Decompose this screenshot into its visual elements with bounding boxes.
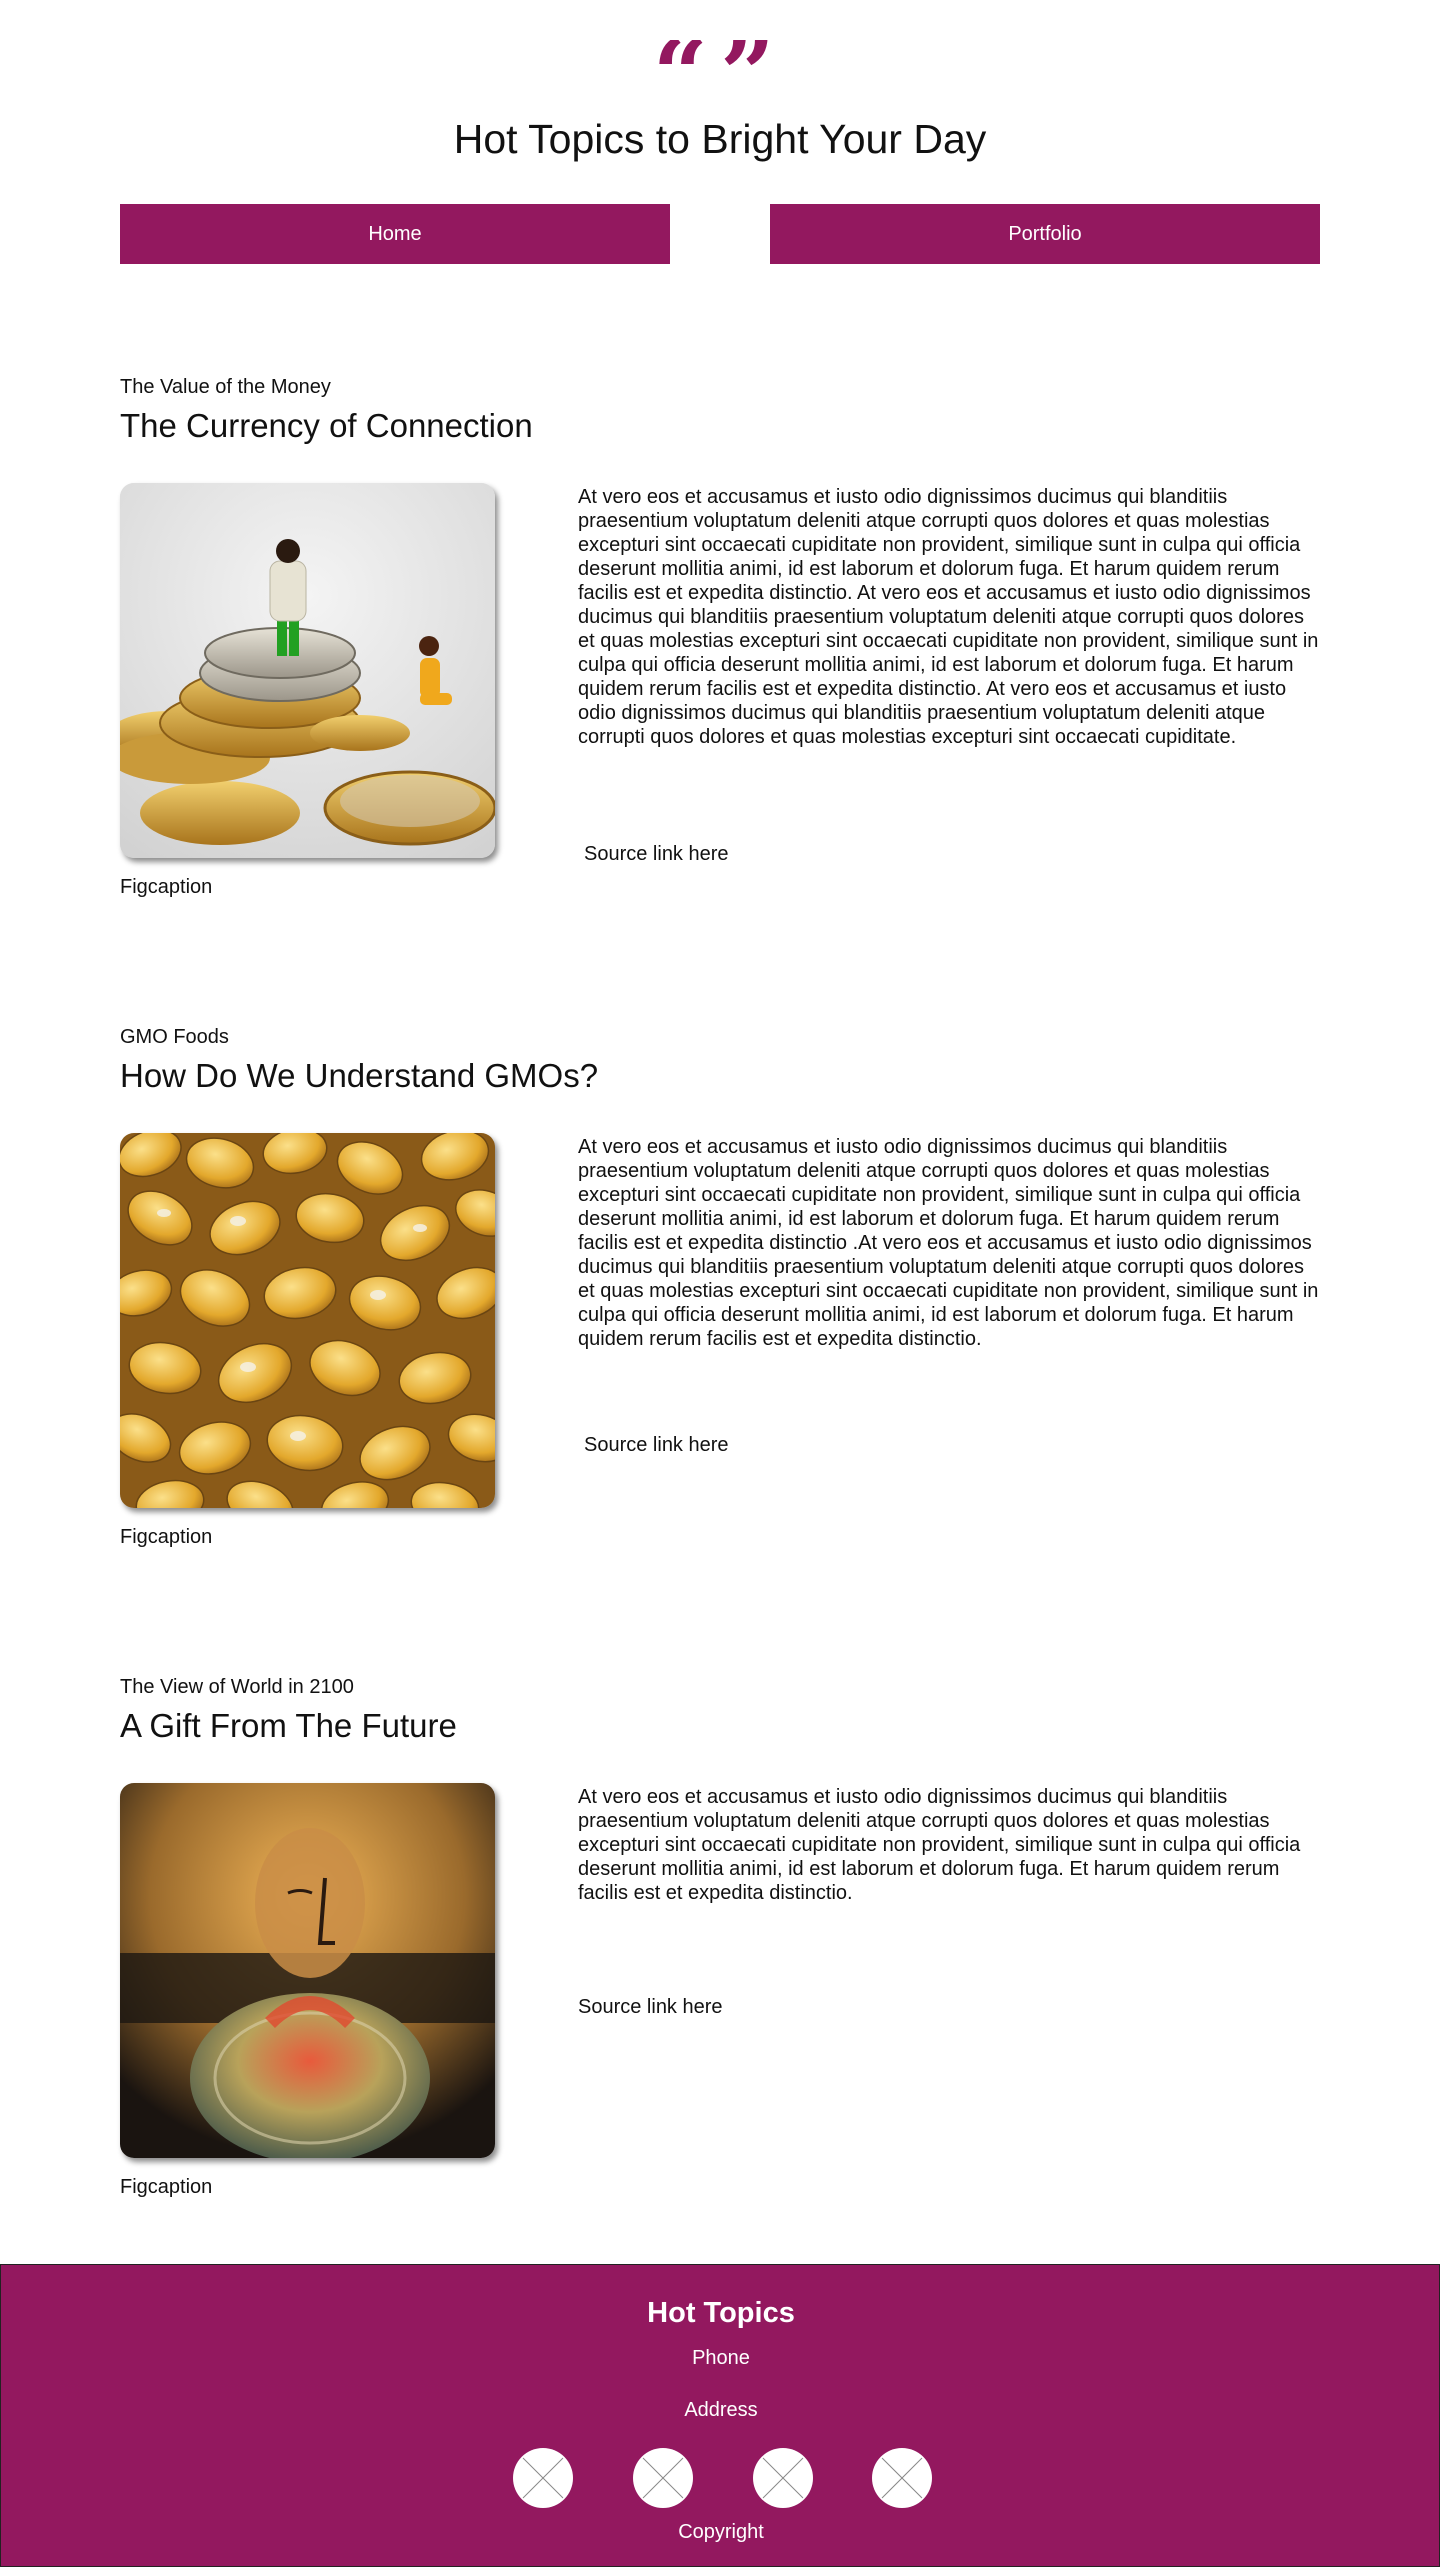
figcaption: Figcaption xyxy=(120,876,213,898)
site-footer: Hot Topics Phone Address Copyright xyxy=(0,2264,1440,2567)
article-headline: The Currency of Connection xyxy=(120,407,533,444)
abstract-face-painting-image xyxy=(120,1783,495,2158)
figcaption: Figcaption xyxy=(120,2176,213,2198)
quotation-marks-icon: “” xyxy=(652,40,788,110)
footer-phone: Phone xyxy=(692,2347,750,2369)
coins-illustration xyxy=(120,483,495,858)
article-kicker: The View of World in 2100 xyxy=(120,1676,354,1698)
social-icon-placeholder[interactable] xyxy=(513,2448,573,2508)
social-icon-placeholder[interactable] xyxy=(872,2448,932,2508)
article-kicker: The Value of the Money xyxy=(120,376,331,398)
social-icon-placeholder[interactable] xyxy=(633,2448,693,2508)
article-body: At vero eos et accusamus et iusto odio d… xyxy=(578,486,1319,748)
article-future: The View of World in 2100 A Gift From Th… xyxy=(0,1673,1440,2253)
coins-with-miniature-figures-image xyxy=(120,483,495,858)
article-kicker: GMO Foods xyxy=(120,1026,229,1048)
footer-brand: Hot Topics xyxy=(647,2297,795,2329)
source-link[interactable]: Source link here xyxy=(584,1431,729,1459)
article-headline: How Do We Understand GMOs? xyxy=(120,1057,599,1094)
corn-illustration xyxy=(120,1133,495,1508)
figcaption: Figcaption xyxy=(120,1526,213,1548)
nav-home-button[interactable]: Home xyxy=(120,204,670,264)
source-link[interactable]: Source link here xyxy=(584,840,729,868)
footer-copyright: Copyright xyxy=(678,2521,764,2543)
painting-illustration xyxy=(120,1783,495,2158)
corn-kernels-image xyxy=(120,1133,495,1508)
social-icon-placeholder[interactable] xyxy=(753,2448,813,2508)
article-currency: The Value of the Money The Currency of C… xyxy=(0,373,1440,953)
nav-portfolio-button[interactable]: Portfolio xyxy=(770,204,1320,264)
footer-address: Address xyxy=(684,2399,758,2421)
article-body: At vero eos et accusamus et iusto odio d… xyxy=(578,1136,1319,1350)
article-gmo: GMO Foods How Do We Understand GMOs? At … xyxy=(0,1023,1440,1603)
site-title: Hot Topics to Bright Your Day xyxy=(453,116,987,162)
article-headline: A Gift From The Future xyxy=(120,1707,457,1744)
source-link[interactable]: Source link here xyxy=(578,1993,723,2021)
article-body: At vero eos et accusamus et iusto odio d… xyxy=(578,1786,1301,1904)
